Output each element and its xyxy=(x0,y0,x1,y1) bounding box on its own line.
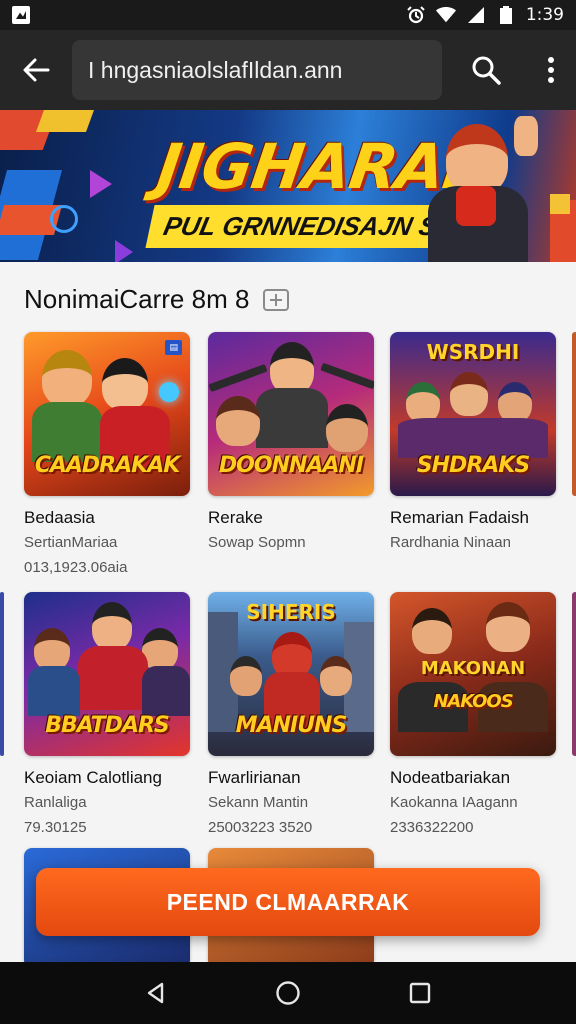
wifi-icon xyxy=(435,6,456,24)
thumbnail-top-title: WSRDHI xyxy=(426,340,520,364)
signal-icon xyxy=(466,6,486,24)
top-app-bar: I hngasniaolslafIldan.ann xyxy=(0,30,576,110)
game-developer: Sowap Sopmn xyxy=(208,534,306,551)
thumbnail-title: MANIUNS xyxy=(235,713,348,738)
thumbnail-title: NAKOOS xyxy=(433,691,513,712)
game-thumbnail[interactable]: BBATDARS xyxy=(24,592,190,756)
home-circle-icon xyxy=(276,981,300,1005)
system-nav-bar xyxy=(0,962,576,1024)
clock-time: 1:39 xyxy=(525,5,564,25)
alarm-icon xyxy=(406,6,426,24)
game-downloads: 2336322200 xyxy=(390,819,474,836)
game-card[interactable]: DOONNAANI Rerake Sowap Sopmn xyxy=(208,332,376,559)
game-name: Keoiam Calotliang xyxy=(24,768,162,787)
section-title: NonimaiCarre 8m 8 xyxy=(24,284,250,314)
game-thumbnail[interactable]: DOONNAANI xyxy=(208,332,374,496)
game-developer: SertianMariaa xyxy=(24,534,118,551)
nav-back-button[interactable] xyxy=(136,973,176,1013)
thumbnail-title: CAADRAKAK xyxy=(34,453,181,478)
arrow-left-icon xyxy=(23,58,50,82)
app-badge: ▤ xyxy=(165,340,182,355)
game-downloads: 79.30125 xyxy=(24,819,87,836)
thumbnail-title: DOONNAANI xyxy=(218,453,364,478)
game-developer: Rardhania Ninaan xyxy=(390,534,511,551)
prev-card-peek xyxy=(0,592,4,756)
thumbnail-title: SHDRAKS xyxy=(416,453,530,478)
game-downloads: 013,1923.06aia xyxy=(24,559,128,576)
search-input[interactable]: I hngasniaolslafIldan.ann xyxy=(72,40,442,100)
game-developer: Sekann Mantin xyxy=(208,794,309,811)
game-name: Remarian Fadaish xyxy=(390,508,529,527)
search-button[interactable] xyxy=(446,30,526,110)
back-triangle-icon xyxy=(147,982,164,1004)
primary-action-button[interactable]: PEEND CLMAARRAK xyxy=(36,868,540,936)
game-card[interactable]: WSRDHI SHDRAKS Remarian Fadaish Rardhani… xyxy=(390,332,558,559)
game-thumbnail[interactable]: MAKONAN NAKOOS xyxy=(390,592,556,756)
back-button[interactable] xyxy=(0,30,72,110)
game-developer: Kaokanna IAagann xyxy=(390,794,518,811)
search-icon xyxy=(472,56,501,85)
banner-hero-art xyxy=(416,116,546,262)
status-bar: 1:39 xyxy=(0,0,576,30)
game-name: Rerake xyxy=(208,508,263,527)
game-card[interactable]: MAKONAN NAKOOS Nodeatbariakan Kaokanna I… xyxy=(390,592,558,836)
thumbnail-top-title: MAKONAN xyxy=(420,658,526,679)
thumbnail-title: BBATDARS xyxy=(45,713,170,738)
game-card[interactable]: BBATDARS Keoiam Calotliang Ranlaliga 79.… xyxy=(24,592,192,836)
game-card[interactable]: ▤ CAADRAKAK Bedaasia SertianMariaa 013,1… xyxy=(24,332,192,576)
content-area: NonimaiCarre 8m 8 ▤ CAADRAKAK Bedaasia S… xyxy=(0,262,576,962)
recents-square-icon xyxy=(409,982,431,1004)
nav-recents-button[interactable] xyxy=(400,973,440,1013)
image-icon xyxy=(12,6,30,24)
game-thumbnail[interactable]: WSRDHI SHDRAKS xyxy=(390,332,556,496)
section-header: NonimaiCarre 8m 8 xyxy=(24,284,290,315)
game-thumbnail[interactable]: SIHERIS MANIUNS xyxy=(208,592,374,756)
more-options-button[interactable] xyxy=(526,30,576,110)
game-downloads: 25003223 3520 xyxy=(208,819,313,836)
game-card[interactable]: SIHERIS MANIUNS Fwarlirianan Sekann Mant… xyxy=(208,592,376,836)
game-name: Bedaasia xyxy=(24,508,95,527)
nav-home-button[interactable] xyxy=(268,973,308,1013)
battery-icon xyxy=(496,6,516,24)
game-name: Fwarlirianan xyxy=(208,768,301,787)
more-vert-icon xyxy=(548,57,554,83)
game-thumbnail[interactable]: ▤ CAADRAKAK xyxy=(24,332,190,496)
promo-banner[interactable]: JIGHARAI PUL GRNNEDISAJN SAHT xyxy=(0,110,576,262)
filter-box-icon[interactable] xyxy=(263,288,290,311)
next-card-peek xyxy=(572,592,576,756)
game-name: Nodeatbariakan xyxy=(390,768,511,787)
game-developer: Ranlaliga xyxy=(24,794,87,811)
next-card-peek xyxy=(572,332,576,496)
